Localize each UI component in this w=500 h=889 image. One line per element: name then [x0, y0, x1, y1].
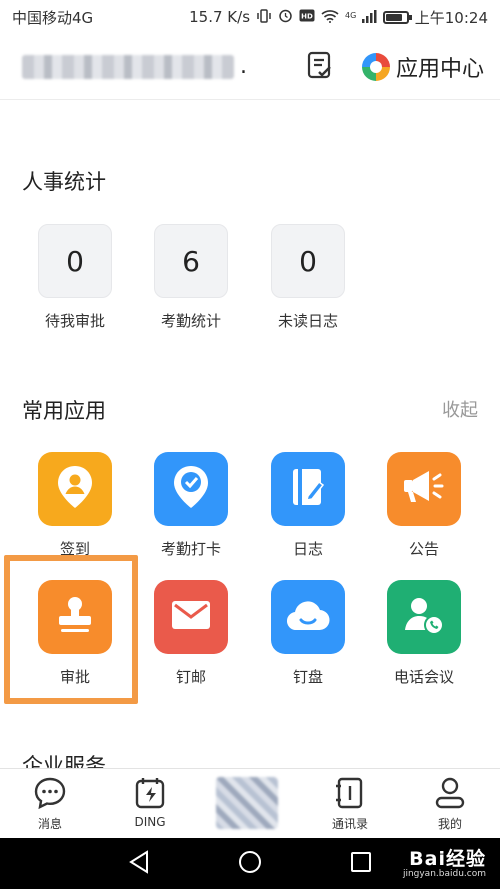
envelope-icon	[170, 599, 212, 635]
contacts-book-icon	[332, 775, 368, 811]
app-log[interactable]: 日志	[253, 452, 363, 559]
header: . 应用中心	[0, 34, 500, 100]
app-label: 钉盘	[292, 668, 323, 686]
organization-name-blurred[interactable]	[22, 54, 234, 79]
app-ding-mail[interactable]: 钉邮	[136, 580, 246, 687]
app-conference-call[interactable]: 电话会议	[369, 580, 479, 687]
app-announcement[interactable]: 公告	[369, 452, 479, 559]
stat-value: 0	[38, 224, 112, 298]
alarm-icon	[278, 8, 293, 26]
app-ding-drive[interactable]: 钉盘	[253, 580, 363, 687]
stat-value: 6	[154, 224, 228, 298]
watermark-sub: jingyan.baidu.com	[402, 869, 486, 879]
app-center-label: 应用中心	[395, 56, 484, 82]
notebook-pen-icon	[289, 466, 327, 512]
nav-label: 消息	[37, 817, 62, 831]
nav-messages[interactable]: 消息	[10, 775, 90, 832]
chat-bubble-icon	[32, 775, 68, 811]
cloud-icon	[285, 598, 331, 636]
megaphone-icon	[401, 467, 447, 511]
status-bar: 中国移动4G 15.7 K/s HD 4G 上午10:24	[0, 0, 500, 34]
vibrate-icon	[256, 8, 272, 26]
watermark-main: Bai经验	[409, 848, 486, 870]
signal-icon: 4G	[345, 9, 377, 26]
network-type: 4G	[345, 10, 357, 20]
back-button[interactable]	[126, 850, 152, 878]
hd-icon: HD	[299, 9, 315, 25]
clock: 上午10:24	[414, 8, 488, 27]
nav-ding[interactable]: DING	[110, 775, 190, 829]
app-label: 日志	[292, 540, 323, 558]
stat-value: 0	[271, 224, 345, 298]
app-approval-tile	[38, 580, 112, 654]
stat-label: 未读日志	[277, 312, 338, 330]
home-button[interactable]	[237, 851, 263, 877]
battery-level	[385, 13, 402, 21]
app-approval[interactable]: 审批	[20, 580, 130, 687]
bottom-nav: 消息 DING 通讯录 我的	[0, 768, 500, 838]
carrier-label: 中国移动4G	[12, 8, 94, 27]
nav-contacts[interactable]: 通讯录	[310, 775, 390, 832]
collapse-button[interactable]: 收起	[442, 396, 478, 422]
app-ding-mail-tile	[154, 580, 228, 654]
app-attendance-checkin[interactable]: 考勤打卡	[136, 452, 246, 559]
wifi-icon	[321, 9, 339, 26]
contact-phone-icon	[402, 594, 446, 640]
app-signin-tile	[38, 452, 112, 526]
stat-pending-approval[interactable]: 0 待我审批	[25, 224, 125, 331]
back-triangle-icon	[128, 850, 150, 878]
app-label: 签到	[59, 540, 90, 558]
system-nav-bar: Bai经验 jingyan.baidu.com	[0, 838, 500, 889]
stat-unread-logs[interactable]: 0 未读日志	[258, 224, 358, 331]
todo-list-icon	[305, 50, 335, 84]
nav-center-avatar-blurred[interactable]	[216, 777, 278, 829]
checkin-pin-icon	[171, 464, 211, 514]
stamp-icon	[53, 594, 97, 640]
stat-label: 待我审批	[44, 312, 105, 330]
hr-stats-title: 人事统计	[22, 170, 106, 194]
common-apps-title: 常用应用	[22, 399, 106, 423]
org-name-dot: .	[240, 53, 247, 79]
nav-me[interactable]: 我的	[410, 775, 490, 832]
recents-square-icon	[350, 851, 372, 877]
home-circle-icon	[238, 850, 262, 878]
app-center-button[interactable]: 应用中心	[361, 51, 484, 83]
todo-button[interactable]	[302, 49, 338, 85]
battery-icon	[382, 10, 412, 24]
location-pin-icon	[55, 464, 95, 514]
app-label: 钉邮	[175, 668, 206, 686]
app-log-tile	[271, 452, 345, 526]
app-signin[interactable]: 签到	[20, 452, 130, 559]
app-center-logo-icon	[361, 52, 390, 81]
baidu-jingyan-watermark: Bai经验 jingyan.baidu.com	[403, 844, 486, 879]
app-ding-drive-tile	[271, 580, 345, 654]
nav-label: 我的	[437, 817, 462, 831]
app-label: 电话会议	[393, 668, 454, 686]
nav-label: 通讯录	[331, 817, 368, 831]
stat-attendance[interactable]: 6 考勤统计	[141, 224, 241, 331]
stat-label: 考勤统计	[160, 312, 221, 330]
app-attendance-tile	[154, 452, 228, 526]
app-announcement-tile	[387, 452, 461, 526]
person-icon	[432, 775, 468, 811]
network-speed: 15.7 K/s	[189, 8, 251, 26]
nav-label: DING	[134, 815, 166, 829]
app-label: 考勤打卡	[160, 540, 221, 558]
recents-button[interactable]	[348, 851, 374, 877]
svg-text:HD: HD	[301, 13, 313, 21]
app-label: 公告	[408, 540, 439, 558]
app-label: 审批	[59, 668, 90, 686]
app-conference-call-tile	[387, 580, 461, 654]
ding-bolt-icon	[132, 775, 168, 811]
